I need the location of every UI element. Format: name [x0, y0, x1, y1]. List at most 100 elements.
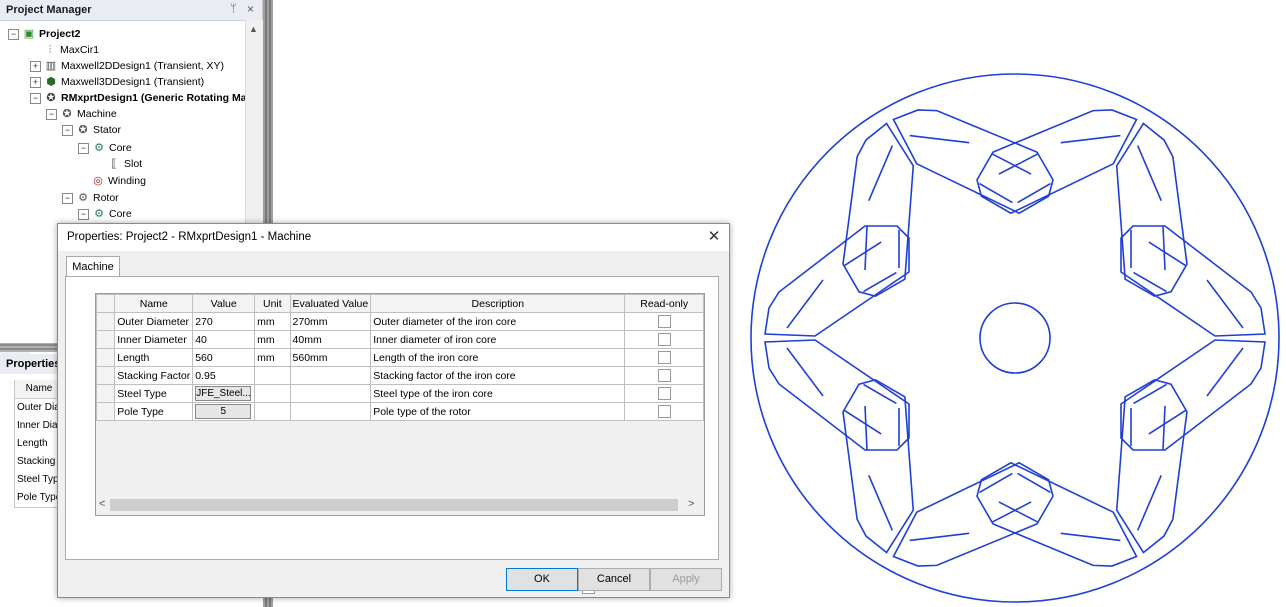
cell-unit[interactable]: mm: [254, 312, 291, 331]
value-button[interactable]: 5: [195, 404, 252, 419]
tree-item[interactable]: − ✪ RMxprtDesign1 (Generic Rotating Ma: [30, 90, 247, 106]
cell-unit[interactable]: [254, 402, 291, 421]
cell-evaluated[interactable]: [289, 384, 372, 403]
cell-name[interactable]: Length: [114, 348, 194, 367]
table-row[interactable]: Outer Diameter 270 mm 270mm Outer diameter o…: [95, 312, 704, 331]
tab-machine[interactable]: Machine: [66, 256, 120, 277]
tree-item[interactable]: − ⚙ Core: [78, 140, 132, 156]
cell-evaluated[interactable]: [289, 366, 372, 385]
cell-name[interactable]: Inner Diameter: [114, 330, 194, 349]
cell-value[interactable]: 0.95: [192, 366, 256, 385]
tree-item-label: Maxwell3DDesign1 (Transient): [61, 76, 205, 88]
ok-button[interactable]: OK: [506, 568, 578, 591]
close-icon[interactable]: ×: [247, 2, 254, 16]
collapse-icon[interactable]: −: [8, 28, 19, 40]
slot-divider: [909, 134, 970, 144]
cell-value[interactable]: 560: [192, 348, 256, 367]
tree-item[interactable]: ⟦ Slot: [94, 156, 142, 172]
magnet-slot: [1115, 378, 1188, 554]
readonly-checkbox[interactable]: [657, 387, 671, 400]
slot-divider: [786, 347, 824, 397]
table-row[interactable]: Stacking Factor 0.95 Stacking factor of th…: [95, 366, 704, 385]
readonly-checkbox[interactable]: [657, 333, 671, 346]
cell-unit[interactable]: [254, 366, 291, 385]
column-header[interactable]: Read-only: [624, 294, 704, 313]
cell-evaluated[interactable]: 270mm: [289, 312, 372, 331]
cell-value[interactable]: 40: [192, 330, 256, 349]
column-header[interactable]: Value: [192, 294, 256, 313]
readonly-checkbox[interactable]: [657, 405, 671, 418]
collapse-icon[interactable]: −: [46, 108, 57, 120]
cell-name-text: Length: [117, 351, 150, 364]
table-row[interactable]: Length 560 mm 560mm Length of the iron core: [95, 348, 704, 367]
cell-evaluated[interactable]: 560mm: [289, 348, 372, 367]
cell-description-text: Inner diameter of iron core: [373, 333, 497, 346]
cell-unit[interactable]: [254, 384, 291, 403]
cell-description[interactable]: Inner diameter of iron core: [370, 330, 626, 349]
slot-divider: [998, 501, 1039, 523]
column-header[interactable]: Name: [114, 294, 194, 313]
close-icon[interactable]: ✕: [704, 227, 724, 247]
tree-item[interactable]: ◎ Winding: [78, 173, 146, 189]
grid-horizontal-scrollbar[interactable]: < >: [96, 497, 702, 513]
cell-value-text: 560: [195, 351, 213, 364]
table-row[interactable]: Pole Type 5 Pole type of the rotor: [95, 402, 704, 421]
readonly-checkbox[interactable]: [657, 315, 671, 328]
row-header[interactable]: [95, 348, 116, 367]
cell-description[interactable]: Stacking factor of the iron core: [370, 366, 626, 385]
cell-name[interactable]: Pole Type: [114, 402, 194, 421]
tree-item[interactable]: − ▣ Project2: [8, 26, 80, 42]
cell-name[interactable]: Outer Diameter: [114, 312, 194, 331]
scrollbar-thumb[interactable]: [110, 499, 678, 511]
tree-item[interactable]: − ⚙ Rotor: [62, 190, 119, 206]
collapse-icon[interactable]: −: [78, 142, 89, 154]
column-header[interactable]: Evaluated Value: [289, 294, 372, 313]
cell-evaluated[interactable]: [289, 402, 372, 421]
tree-item[interactable]: + ▥ Maxwell2DDesign1 (Transient, XY): [30, 58, 224, 74]
tree-item[interactable]: − ⚙ Core: [78, 206, 132, 222]
value-button[interactable]: JFE_Steel...: [195, 386, 252, 401]
apply-button[interactable]: Apply: [650, 568, 722, 591]
project-manager-title: Project Manager: [6, 4, 92, 16]
scroll-right-arrow-icon[interactable]: >: [688, 498, 694, 510]
collapse-icon[interactable]: −: [62, 192, 73, 204]
cell-name[interactable]: Stacking Factor: [114, 366, 194, 385]
column-header[interactable]: Unit: [254, 294, 291, 313]
table-row[interactable]: Inner Diameter 40 mm 40mm Inner diameter of …: [95, 330, 704, 349]
expand-icon[interactable]: +: [30, 60, 41, 72]
cell-description[interactable]: Steel type of the iron core: [370, 384, 626, 403]
scroll-left-arrow-icon[interactable]: <: [99, 498, 105, 510]
pin-icon[interactable]: ᛘ: [230, 3, 237, 15]
collapse-icon[interactable]: −: [30, 92, 41, 104]
cell-name[interactable]: Steel Type: [114, 384, 194, 403]
cell-description[interactable]: Outer diameter of the iron core: [370, 312, 626, 331]
cell-evaluated[interactable]: 40mm: [289, 330, 372, 349]
row-header[interactable]: [95, 330, 116, 349]
cancel-button[interactable]: Cancel: [578, 568, 650, 591]
cell-unit[interactable]: mm: [254, 330, 291, 349]
collapse-icon[interactable]: −: [62, 124, 73, 136]
expand-icon[interactable]: +: [30, 76, 41, 88]
cell-readonly: [624, 348, 704, 367]
collapse-icon[interactable]: −: [78, 208, 89, 220]
tree-item[interactable]: + ⬢ Maxwell3DDesign1 (Transient): [30, 74, 204, 90]
slot-divider: [1136, 474, 1162, 531]
tree-item-label: Core: [109, 208, 132, 220]
tree-item[interactable]: ⫶ MaxCir1: [30, 42, 99, 58]
cell-readonly: [624, 402, 704, 421]
cell-value[interactable]: 270: [192, 312, 256, 331]
row-header[interactable]: [95, 366, 116, 385]
readonly-checkbox[interactable]: [657, 351, 671, 364]
row-header[interactable]: [95, 312, 116, 331]
cell-unit[interactable]: mm: [254, 348, 291, 367]
column-header[interactable]: Description: [370, 294, 626, 313]
scroll-up-arrow-icon[interactable]: ▲: [249, 24, 258, 34]
row-header[interactable]: [95, 384, 116, 403]
row-header[interactable]: [95, 402, 116, 421]
table-row[interactable]: Steel Type JFE_Steel... Steel type of the …: [95, 384, 704, 403]
readonly-checkbox[interactable]: [657, 369, 671, 382]
cell-description[interactable]: Length of the iron core: [370, 348, 626, 367]
tree-item[interactable]: − ✪ Stator: [62, 122, 121, 138]
cell-description[interactable]: Pole type of the rotor: [370, 402, 626, 421]
tree-item[interactable]: − ✪ Machine: [46, 106, 117, 122]
